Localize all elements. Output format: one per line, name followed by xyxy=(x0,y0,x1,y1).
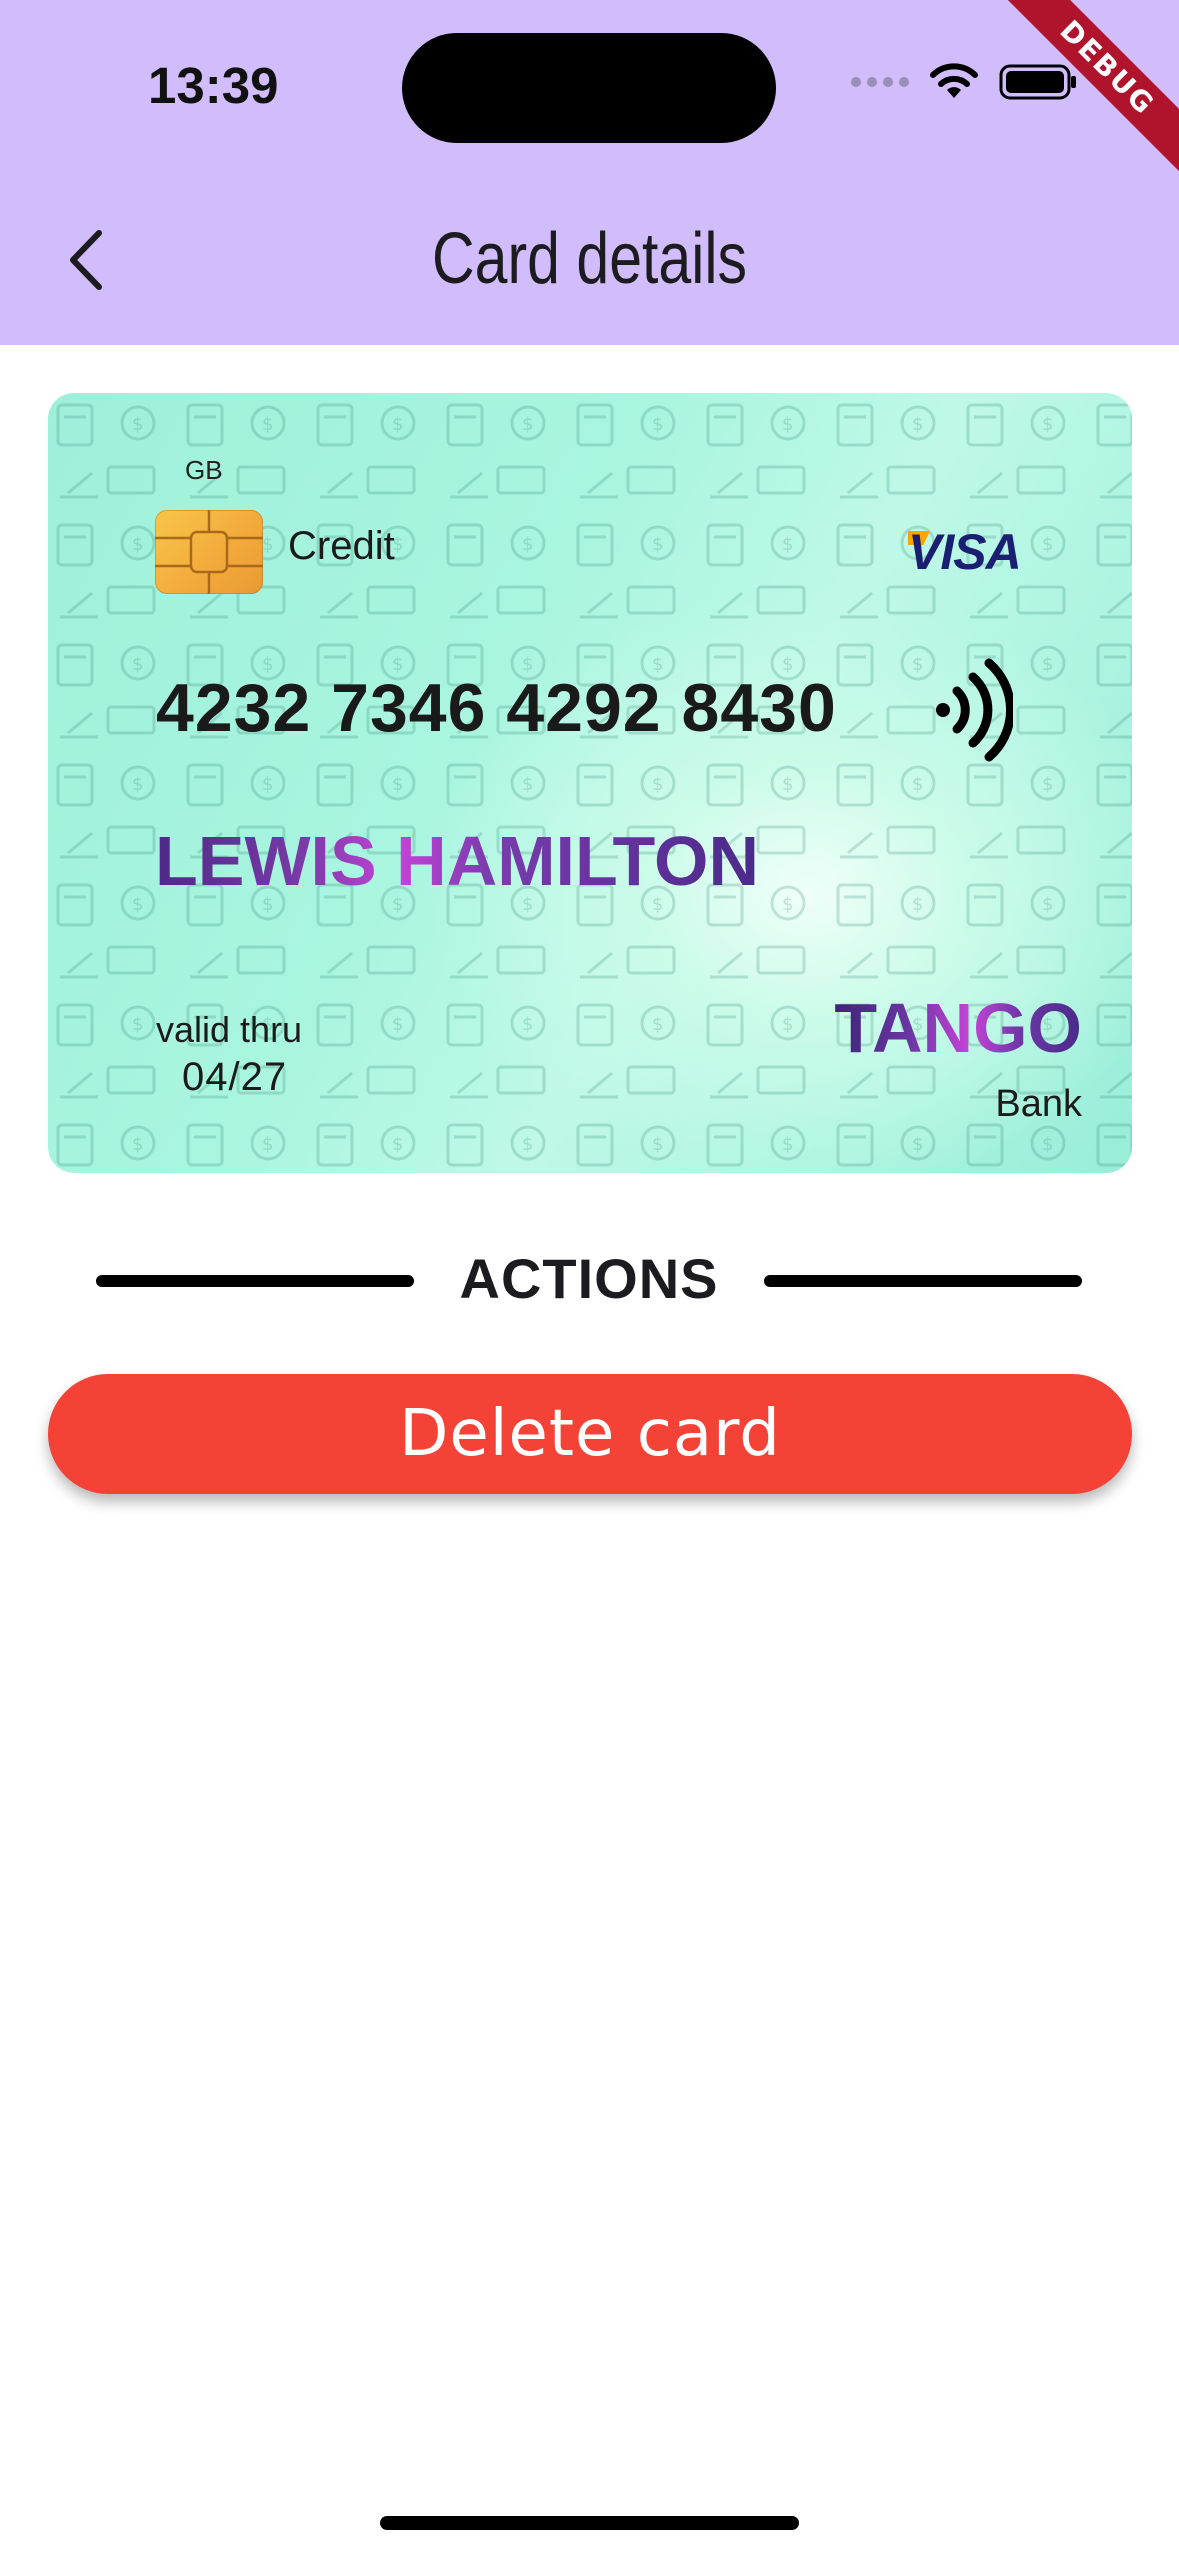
card-country: GB xyxy=(185,455,223,485)
visa-logo: VISA xyxy=(908,524,1022,580)
actions-divider: ACTIONS xyxy=(96,1242,1083,1312)
divider-line-right xyxy=(764,1275,1082,1287)
valid-thru-label: valid thru xyxy=(156,1009,303,1050)
battery-icon xyxy=(999,64,1076,100)
delete-card-button[interactable]: Delete card xyxy=(48,1374,1132,1494)
dynamic-island xyxy=(402,33,776,143)
wifi-icon xyxy=(930,63,978,98)
card-holder-name: LEWIS HAMILTON xyxy=(155,822,760,900)
divider-line-left xyxy=(96,1275,414,1287)
card-type: Credit xyxy=(288,524,395,568)
chevron-left-icon xyxy=(70,230,102,290)
card-number: 4232 7346 4292 8430 xyxy=(156,670,837,746)
app-header: 13:39 DEBUG Card details xyxy=(0,0,1179,345)
contactless-icon xyxy=(936,658,1013,762)
screen: 13:39 DEBUG Card details GB Credit VISA … xyxy=(0,0,1179,2556)
chip-icon xyxy=(155,510,263,594)
bank-name: TANGO xyxy=(834,989,1082,1067)
credit-card[interactable]: $ GB Credit VISA 4232 7346 4 xyxy=(48,393,1132,1173)
actions-section-label: ACTIONS xyxy=(459,1247,719,1310)
cellular-signal-icon xyxy=(851,77,909,87)
bank-subtitle: Bank xyxy=(995,1083,1082,1125)
status-icons xyxy=(851,62,1079,102)
page-title: Card details xyxy=(431,219,748,299)
status-time: 13:39 xyxy=(148,57,279,114)
expiry-date: 04/27 xyxy=(182,1055,288,1099)
home-indicator[interactable] xyxy=(380,2516,799,2530)
